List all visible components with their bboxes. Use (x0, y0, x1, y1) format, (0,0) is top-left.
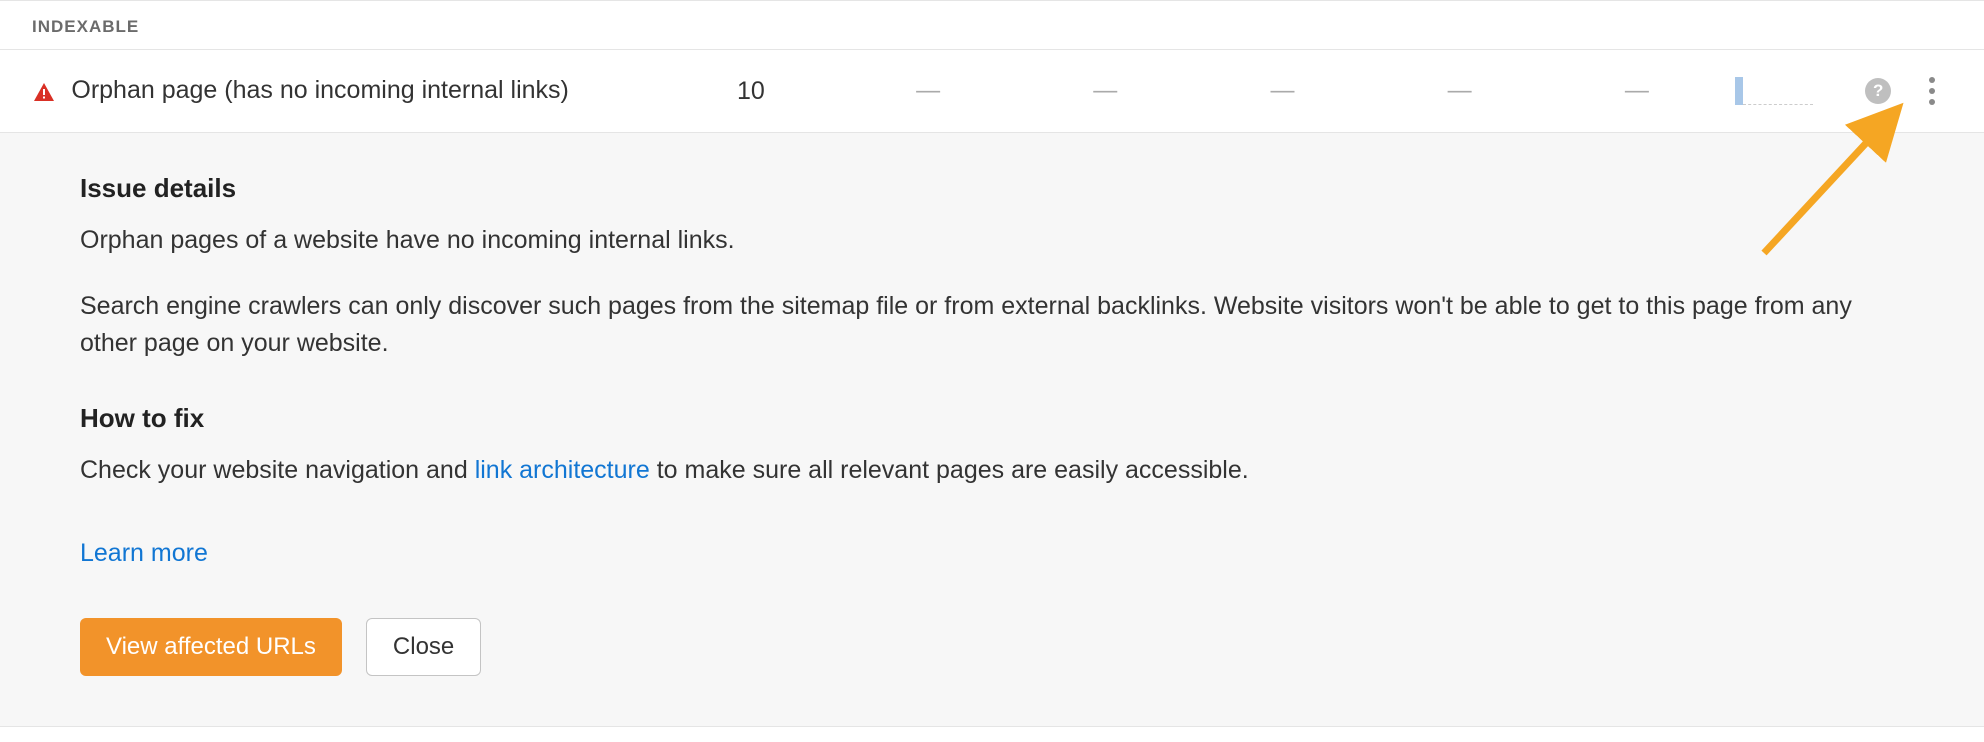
spark-baseline (1743, 104, 1813, 105)
metric-4: — (1194, 77, 1371, 105)
metric-6: — (1548, 77, 1725, 105)
metric-count: 10 (662, 77, 839, 106)
link-architecture-link[interactable]: link architecture (475, 456, 650, 484)
issue-details-p1: Orphan pages of a website have no incomi… (80, 222, 1880, 260)
issue-name: Orphan page (has no incoming internal li… (71, 74, 662, 108)
sparkline (1725, 77, 1843, 105)
fix-text-before: Check your website navigation and (80, 456, 475, 484)
how-to-fix-text: Check your website navigation and link a… (80, 452, 1880, 490)
issue-details-p2: Search engine crawlers can only discover… (80, 288, 1880, 363)
close-button[interactable]: Close (366, 618, 481, 676)
view-affected-urls-button[interactable]: View affected URLs (80, 618, 342, 676)
metric-5: — (1371, 77, 1548, 105)
section-header: INDEXABLE (0, 0, 1984, 49)
metric-2: — (840, 77, 1017, 105)
button-row: View affected URLs Close (80, 618, 1904, 676)
spark-bar (1735, 77, 1743, 105)
learn-more-link[interactable]: Learn more (80, 539, 208, 568)
warning-icon (32, 81, 56, 105)
issue-severity-icon-col (32, 77, 71, 105)
kebab-menu-icon[interactable] (1925, 73, 1939, 109)
issue-details-heading: Issue details (80, 173, 1904, 204)
issue-details-panel: Issue details Orphan pages of a website … (0, 133, 1984, 727)
help-icon[interactable]: ? (1865, 78, 1891, 104)
how-to-fix-heading: How to fix (80, 403, 1904, 434)
fix-text-after: to make sure all relevant pages are easi… (650, 456, 1249, 484)
metric-3: — (1017, 77, 1194, 105)
issue-row[interactable]: Orphan page (has no incoming internal li… (0, 49, 1984, 133)
